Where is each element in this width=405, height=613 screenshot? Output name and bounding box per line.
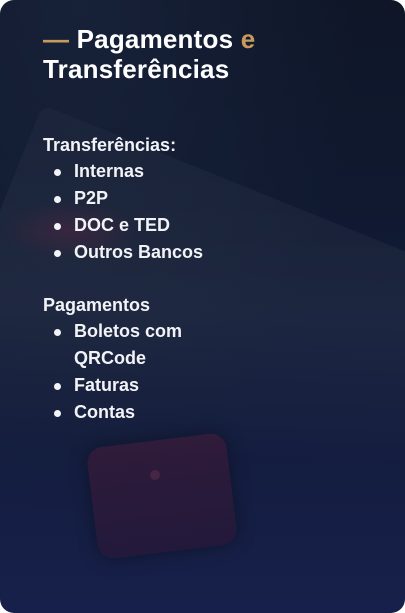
service-card: — Pagamentos e Transferências Transferên… (0, 0, 405, 613)
background-phone-camera (150, 470, 160, 480)
list-item: Outros Bancos (51, 239, 234, 266)
list-item: Internas (51, 158, 234, 185)
background-phone-image (85, 431, 239, 561)
bullet-icon (54, 223, 61, 230)
transfer-list: Internas P2P DOC e TED Outros Bancos (43, 158, 385, 266)
section-heading: Transferências: (43, 135, 177, 155)
bullet-icon (54, 410, 61, 417)
section-heading: Pagamentos (43, 295, 151, 315)
title-line1: Pagamentos (76, 24, 234, 54)
title-dash: — (43, 24, 70, 54)
list-item-label: Boletos com QRCode (74, 321, 183, 368)
payment-list: Boletos com QRCode Faturas Contas (43, 318, 385, 426)
bullet-icon (54, 169, 61, 176)
list-item-label: DOC e TED (74, 215, 171, 235)
list-item: P2P (51, 185, 234, 212)
list-item: Faturas (51, 372, 234, 399)
section-transferencias: Transferências: Internas P2P DOC e TED O… (43, 132, 385, 266)
list-item: DOC e TED (51, 212, 234, 239)
section-pagamentos: Pagamentos Boletos com QRCode Faturas Co… (43, 292, 385, 426)
bullet-icon (54, 329, 61, 336)
bullet-icon (54, 383, 61, 390)
title-line2: Transferências (43, 54, 230, 84)
bullet-icon (54, 196, 61, 203)
list-item: Contas (51, 399, 234, 426)
list-item-label: Contas (74, 402, 136, 422)
card-title: — Pagamentos e Transferências (43, 24, 385, 84)
list-item: Boletos com QRCode (51, 318, 234, 372)
list-item-label: Faturas (74, 375, 140, 395)
list-item-label: Outros Bancos (74, 242, 204, 262)
list-item-label: P2P (74, 188, 109, 208)
card-content: — Pagamentos e Transferências Transferên… (43, 24, 385, 426)
bullet-icon (54, 250, 61, 257)
list-item-label: Internas (74, 161, 145, 181)
title-accent: e (240, 24, 256, 54)
